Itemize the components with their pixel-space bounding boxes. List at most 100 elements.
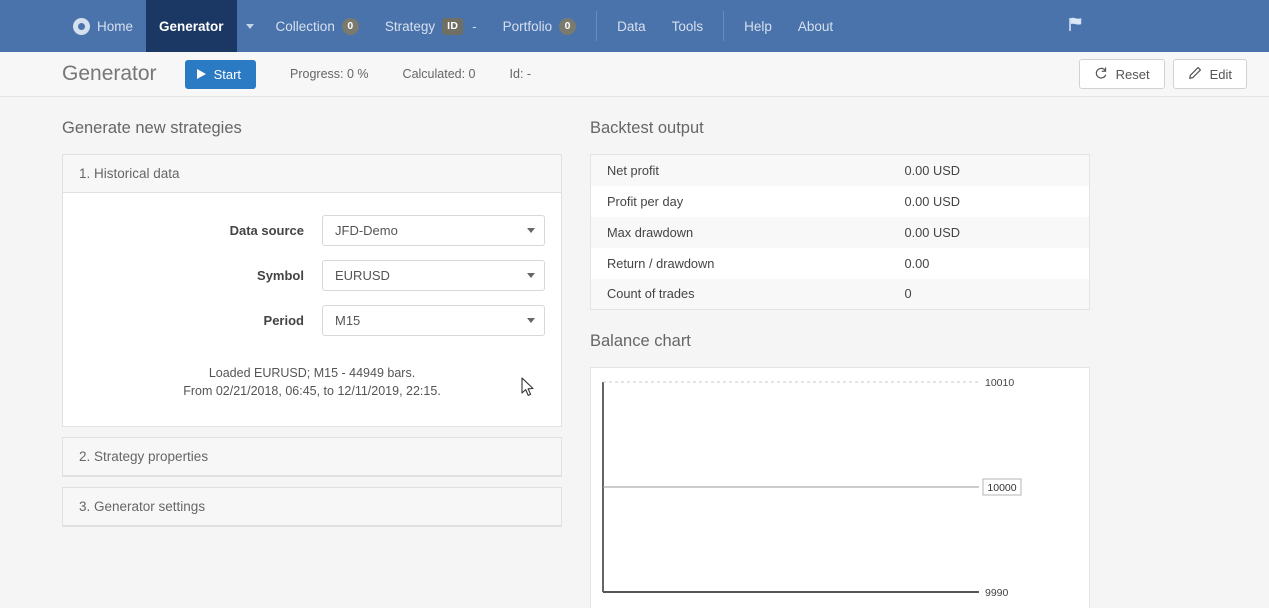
symbol-select[interactable]: EURUSD [322,260,545,291]
net-profit-label: Net profit [591,155,905,186]
nav-item-about[interactable]: About [785,0,846,52]
loaded-bars-text: Loaded EURUSD; M15 - 44949 bars. [77,364,547,382]
strategy-properties-panel: 2. Strategy properties [62,437,562,477]
symbol-label: Symbol [77,268,322,283]
nav-item-portfolio[interactable]: Portfolio 0 [490,0,590,52]
play-icon [197,69,206,79]
navbar-divider-1 [596,11,597,41]
nav-label-strategy: Strategy [385,19,435,34]
edit-button[interactable]: Edit [1173,59,1247,89]
navbar-divider-2 [723,11,724,41]
max-drawdown-label: Max drawdown [591,217,905,248]
id-status: Id: - [510,67,532,81]
top-navbar: Home Generator Collection 0 Strategy ID … [0,0,1269,52]
max-drawdown-value: 0.00 USD [905,217,1090,248]
generator-settings-header[interactable]: 3. Generator settings [63,488,561,526]
toolbar-actions: Reset Edit [1079,59,1247,89]
count-of-trades-label: Count of trades [591,279,905,310]
balance-chart[interactable]: 10010 10000 9990 [590,367,1090,608]
data-source-value: JFD-Demo [335,223,398,238]
nav-item-tools[interactable]: Tools [659,0,717,52]
nav-label-help: Help [744,19,772,34]
loaded-range-text: From 02/21/2018, 06:45, to 12/11/2019, 2… [77,382,547,400]
form-row-data-source: Data source JFD-Demo [77,215,547,246]
flag-icon[interactable] [1067,16,1089,37]
profit-per-day-label: Profit per day [591,186,905,217]
strategy-id-value: - [472,19,476,34]
strategy-id-badge: ID [442,18,463,35]
balance-chart-canvas: 10010 10000 9990 [591,368,1089,608]
chevron-down-icon [527,228,535,233]
return-drawdown-value: 0.00 [905,248,1090,279]
reset-button[interactable]: Reset [1079,59,1165,89]
balance-chart-title: Balance chart [590,332,1090,351]
svg-text:10010: 10010 [985,377,1014,389]
panel-gap-2 [62,477,562,487]
nav-label-about: About [798,19,833,34]
nav-item-collection[interactable]: Collection 0 [263,0,372,52]
calculated-status: Calculated: 0 [403,67,476,81]
refresh-icon [1094,66,1108,83]
nav-item-strategy[interactable]: Strategy ID - [372,0,490,52]
nav-item-help[interactable]: Help [731,0,785,52]
strategy-properties-header[interactable]: 2. Strategy properties [63,438,561,476]
navbar-left-spacer [0,0,60,52]
nav-label-generator: Generator [159,19,224,34]
return-drawdown-label: Return / drawdown [591,248,905,279]
nav-label-data: Data [617,19,646,34]
table-row: Net profit 0.00 USD [591,155,1090,186]
table-row: Return / drawdown 0.00 [591,248,1090,279]
nav-generator-dropdown-toggle[interactable] [237,0,263,52]
table-row: Max drawdown 0.00 USD [591,217,1090,248]
period-label: Period [77,313,322,328]
panel-gap-1 [62,427,562,437]
nav-item-generator[interactable]: Generator [146,0,237,52]
edit-button-label: Edit [1210,67,1232,82]
chevron-down-icon [527,273,535,278]
nav-label-tools: Tools [672,19,704,34]
generator-settings-panel: 3. Generator settings [62,487,562,527]
page-toolbar: Generator Start Progress: 0 % Calculated… [0,52,1269,97]
circle-logo-icon [73,18,90,35]
nav-label-collection: Collection [276,19,335,34]
right-column: Backtest output Net profit 0.00 USD Prof… [590,119,1090,608]
loaded-data-info: Loaded EURUSD; M15 - 44949 bars. From 02… [77,364,547,400]
historical-data-header[interactable]: 1. Historical data [63,155,561,193]
progress-status: Progress: 0 % [290,67,369,81]
net-profit-value: 0.00 USD [905,155,1090,186]
pencil-icon [1188,66,1202,83]
reset-button-label: Reset [1116,67,1150,82]
table-row: Count of trades 0 [591,279,1090,310]
historical-data-panel: 1. Historical data Data source JFD-Demo … [62,154,562,427]
left-column: Generate new strategies 1. Historical da… [62,119,562,608]
page-title: Generator [62,62,157,86]
data-source-label: Data source [77,223,322,238]
backtest-output-title: Backtest output [590,119,1090,138]
period-value: M15 [335,313,360,328]
portfolio-count-badge: 0 [559,18,576,35]
symbol-value: EURUSD [335,268,390,283]
svg-text:9990: 9990 [985,587,1009,599]
historical-data-body: Data source JFD-Demo Symbol EURUSD Perio… [63,193,561,426]
nav-item-home[interactable]: Home [60,0,146,52]
start-button[interactable]: Start [185,60,256,89]
start-button-label: Start [214,67,241,82]
profit-per-day-value: 0.00 USD [905,186,1090,217]
period-select[interactable]: M15 [322,305,545,336]
data-source-select[interactable]: JFD-Demo [322,215,545,246]
collection-count-badge: 0 [342,18,359,35]
backtest-output-table: Net profit 0.00 USD Profit per day 0.00 … [590,154,1090,310]
generate-section-title: Generate new strategies [62,119,562,138]
nav-label-portfolio: Portfolio [503,19,553,34]
svg-text:10000: 10000 [987,482,1016,494]
chevron-down-icon [246,24,254,29]
form-row-period: Period M15 [77,305,547,336]
nav-item-data[interactable]: Data [604,0,659,52]
form-row-symbol: Symbol EURUSD [77,260,547,291]
navbar-right-area [1067,0,1269,52]
chevron-down-icon [527,318,535,323]
count-of-trades-value: 0 [905,279,1090,310]
main-content: Generate new strategies 1. Historical da… [0,97,1269,608]
table-row: Profit per day 0.00 USD [591,186,1090,217]
nav-label-home: Home [97,19,133,34]
